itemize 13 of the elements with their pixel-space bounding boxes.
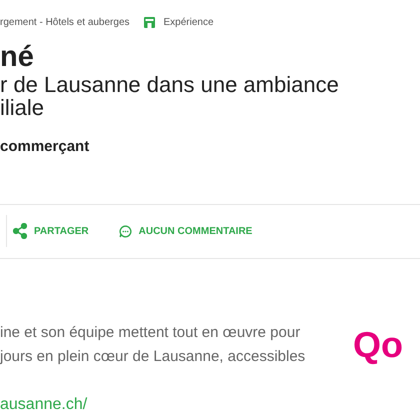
store-icon [142,16,156,28]
category-text: rgement - Hôtels et auberges [0,16,130,30]
author-text: commerçant [0,137,90,157]
tag-text[interactable]: Expérience [164,14,214,30]
share-icon [13,223,27,239]
article-subtitle: r de Lausanne dans une ambiance iliale [0,73,339,119]
share-button[interactable]: PARTAGER [13,223,89,239]
comments-button[interactable]: AUCUN COMMENTAIRE [118,224,252,238]
logo: Qo [353,326,403,362]
comment-icon [118,224,132,238]
website-link[interactable]: ausanne.ch/ [0,392,88,416]
article-title: né [0,41,34,73]
description-paragraph: ine et son équipe mettent tout en œuvre pour jours en plein cœur de Lausanne, accessibles [0,322,306,366]
